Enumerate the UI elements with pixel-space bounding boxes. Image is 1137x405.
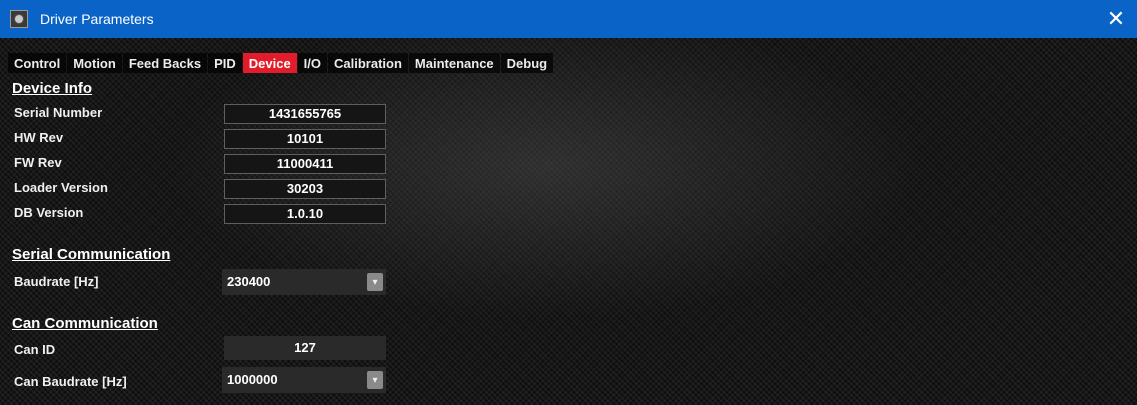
can-baudrate-label: Can Baudrate [Hz] [14, 374, 127, 389]
baudrate-label: Baudrate [Hz] [14, 274, 99, 289]
can-baudrate-value: 1000000 [227, 372, 278, 387]
tab-calibration[interactable]: Calibration [328, 53, 408, 73]
baudrate-select[interactable]: 230400 ▾ [222, 269, 386, 295]
chevron-down-icon[interactable]: ▾ [367, 273, 383, 291]
db-version-field[interactable]: 1.0.10 [224, 204, 386, 224]
tab-pid[interactable]: PID [208, 53, 242, 73]
tab-motion[interactable]: Motion [67, 53, 122, 73]
chevron-down-icon[interactable]: ▾ [367, 371, 383, 389]
device-info-heading: Device Info [12, 80, 93, 97]
tab-control[interactable]: Control [8, 53, 67, 73]
fw-rev-label: FW Rev [14, 155, 62, 170]
close-icon[interactable]: ✕ [1101, 4, 1131, 34]
title-bar: Driver Parameters ✕ [0, 0, 1137, 38]
window-title: Driver Parameters [40, 11, 154, 27]
driver-parameters-window: Driver Parameters ✕ Control Motion Feed … [0, 0, 1137, 405]
hw-rev-label: HW Rev [14, 130, 64, 145]
loader-version-field[interactable]: 30203 [224, 179, 386, 199]
tab-io[interactable]: I/O [297, 53, 328, 73]
can-id-field[interactable]: 127 [224, 336, 386, 360]
tab-maintenance[interactable]: Maintenance [408, 53, 500, 73]
can-baudrate-select[interactable]: 1000000 ▾ [222, 367, 386, 393]
device-tab-content: Control Motion Feed Backs PID Device I/O… [0, 38, 1137, 405]
tab-device[interactable]: Device [242, 53, 297, 73]
tab-strip: Control Motion Feed Backs PID Device I/O… [8, 53, 554, 73]
serial-number-field[interactable]: 1431655765 [224, 104, 386, 124]
can-id-label: Can ID [14, 342, 56, 357]
app-icon [10, 10, 28, 28]
can-communication-heading: Can Communication [12, 315, 158, 332]
tab-feed-backs[interactable]: Feed Backs [122, 53, 208, 73]
hw-rev-field[interactable]: 10101 [224, 129, 386, 149]
fw-rev-field[interactable]: 11000411 [224, 154, 386, 174]
serial-communication-heading: Serial Communication [12, 246, 171, 263]
tab-debug[interactable]: Debug [500, 53, 554, 73]
serial-number-label: Serial Number [14, 105, 103, 120]
baudrate-value: 230400 [227, 274, 271, 289]
db-version-label: DB Version [14, 205, 84, 220]
loader-version-label: Loader Version [14, 180, 108, 195]
